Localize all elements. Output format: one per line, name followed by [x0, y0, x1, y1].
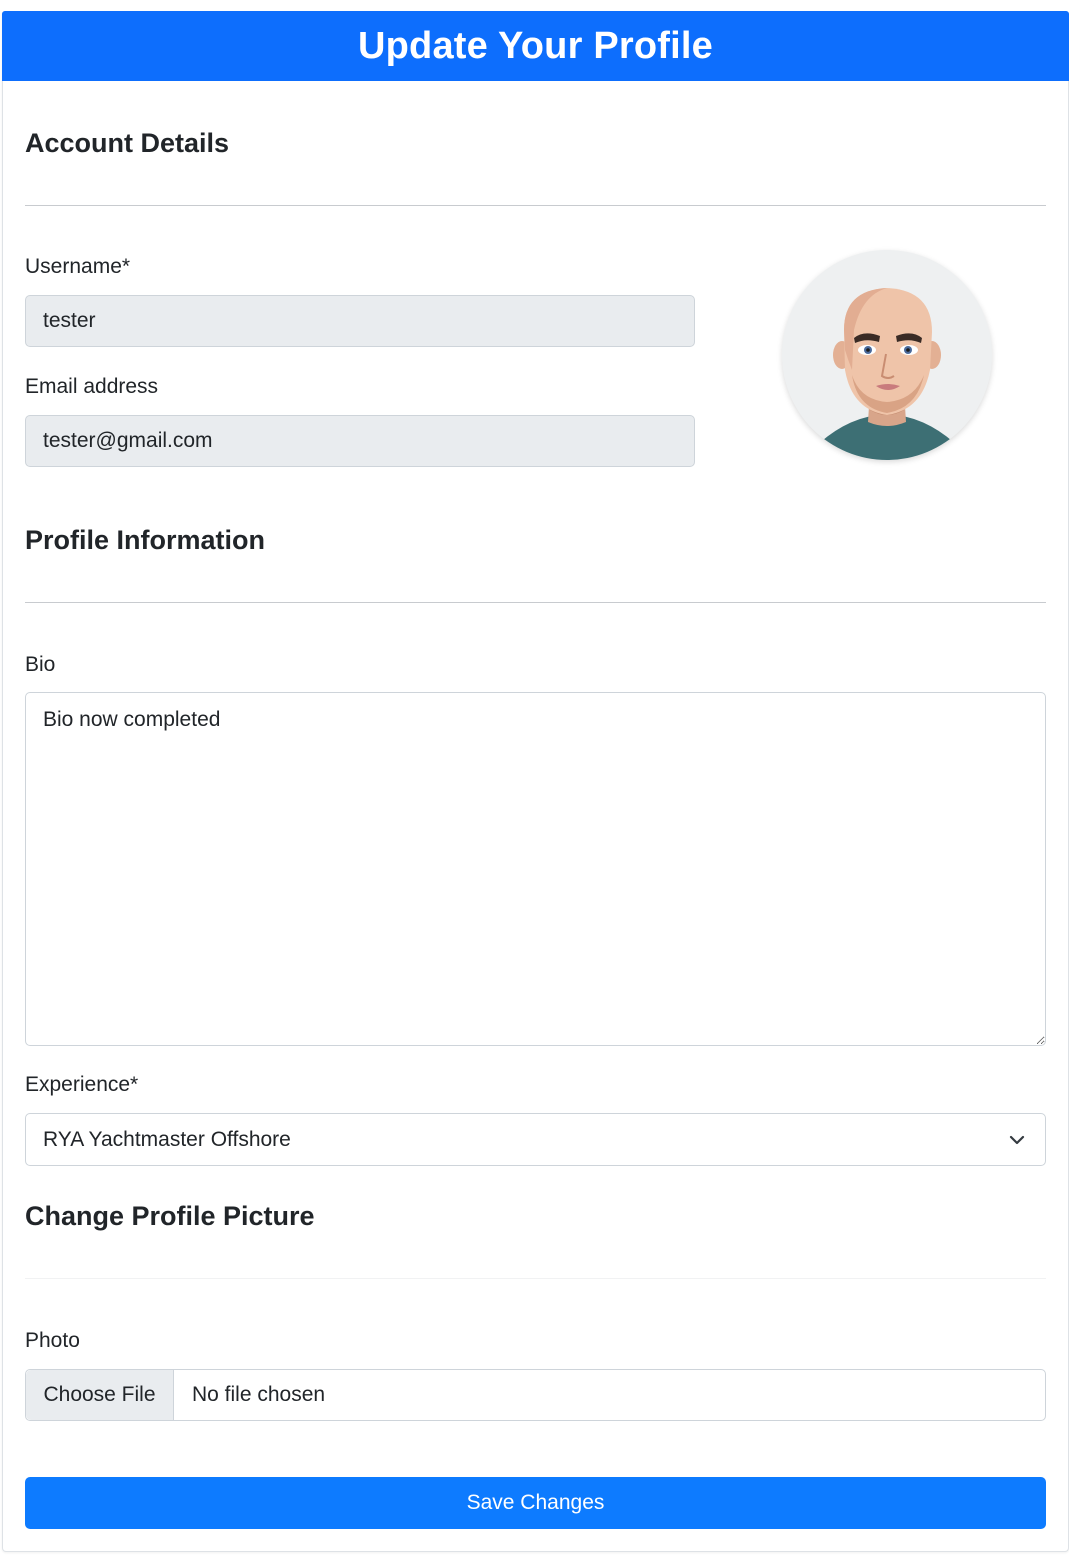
avatar-illustration [812, 288, 962, 460]
profile-divider [25, 602, 1046, 603]
username-label: Username* [25, 255, 131, 278]
account-divider [25, 205, 1046, 206]
account-details-heading: Account Details [25, 128, 230, 158]
email-field[interactable]: tester@gmail.com [25, 415, 695, 467]
file-status-text: No file chosen [192, 1383, 326, 1406]
bio-label: Bio [25, 653, 56, 676]
experience-select[interactable]: RYA Yachtmaster Offshore [25, 1113, 1046, 1166]
username-field[interactable]: tester [25, 295, 695, 347]
email-value: tester@gmail.com [43, 429, 213, 452]
page-header: Update Your Profile [2, 11, 1069, 81]
save-changes-button[interactable]: Save Changes [25, 1477, 1046, 1529]
experience-selected-value: RYA Yachtmaster Offshore [43, 1127, 291, 1151]
picture-divider [25, 1278, 1046, 1279]
change-picture-heading: Change Profile Picture [25, 1201, 315, 1231]
experience-label: Experience* [25, 1073, 139, 1096]
page-title: Update Your Profile [357, 24, 713, 67]
avatar [782, 250, 992, 460]
email-label: Email address [25, 375, 159, 398]
photo-label: Photo [25, 1329, 80, 1352]
bio-textarea[interactable]: Bio now completed [25, 692, 1046, 1046]
profile-information-heading: Profile Information [25, 525, 266, 555]
choose-file-button[interactable]: Choose File [26, 1370, 174, 1420]
photo-file-input[interactable]: Choose File No file chosen [25, 1369, 1046, 1421]
chevron-down-icon [1009, 1135, 1025, 1144]
username-value: tester [43, 309, 96, 332]
